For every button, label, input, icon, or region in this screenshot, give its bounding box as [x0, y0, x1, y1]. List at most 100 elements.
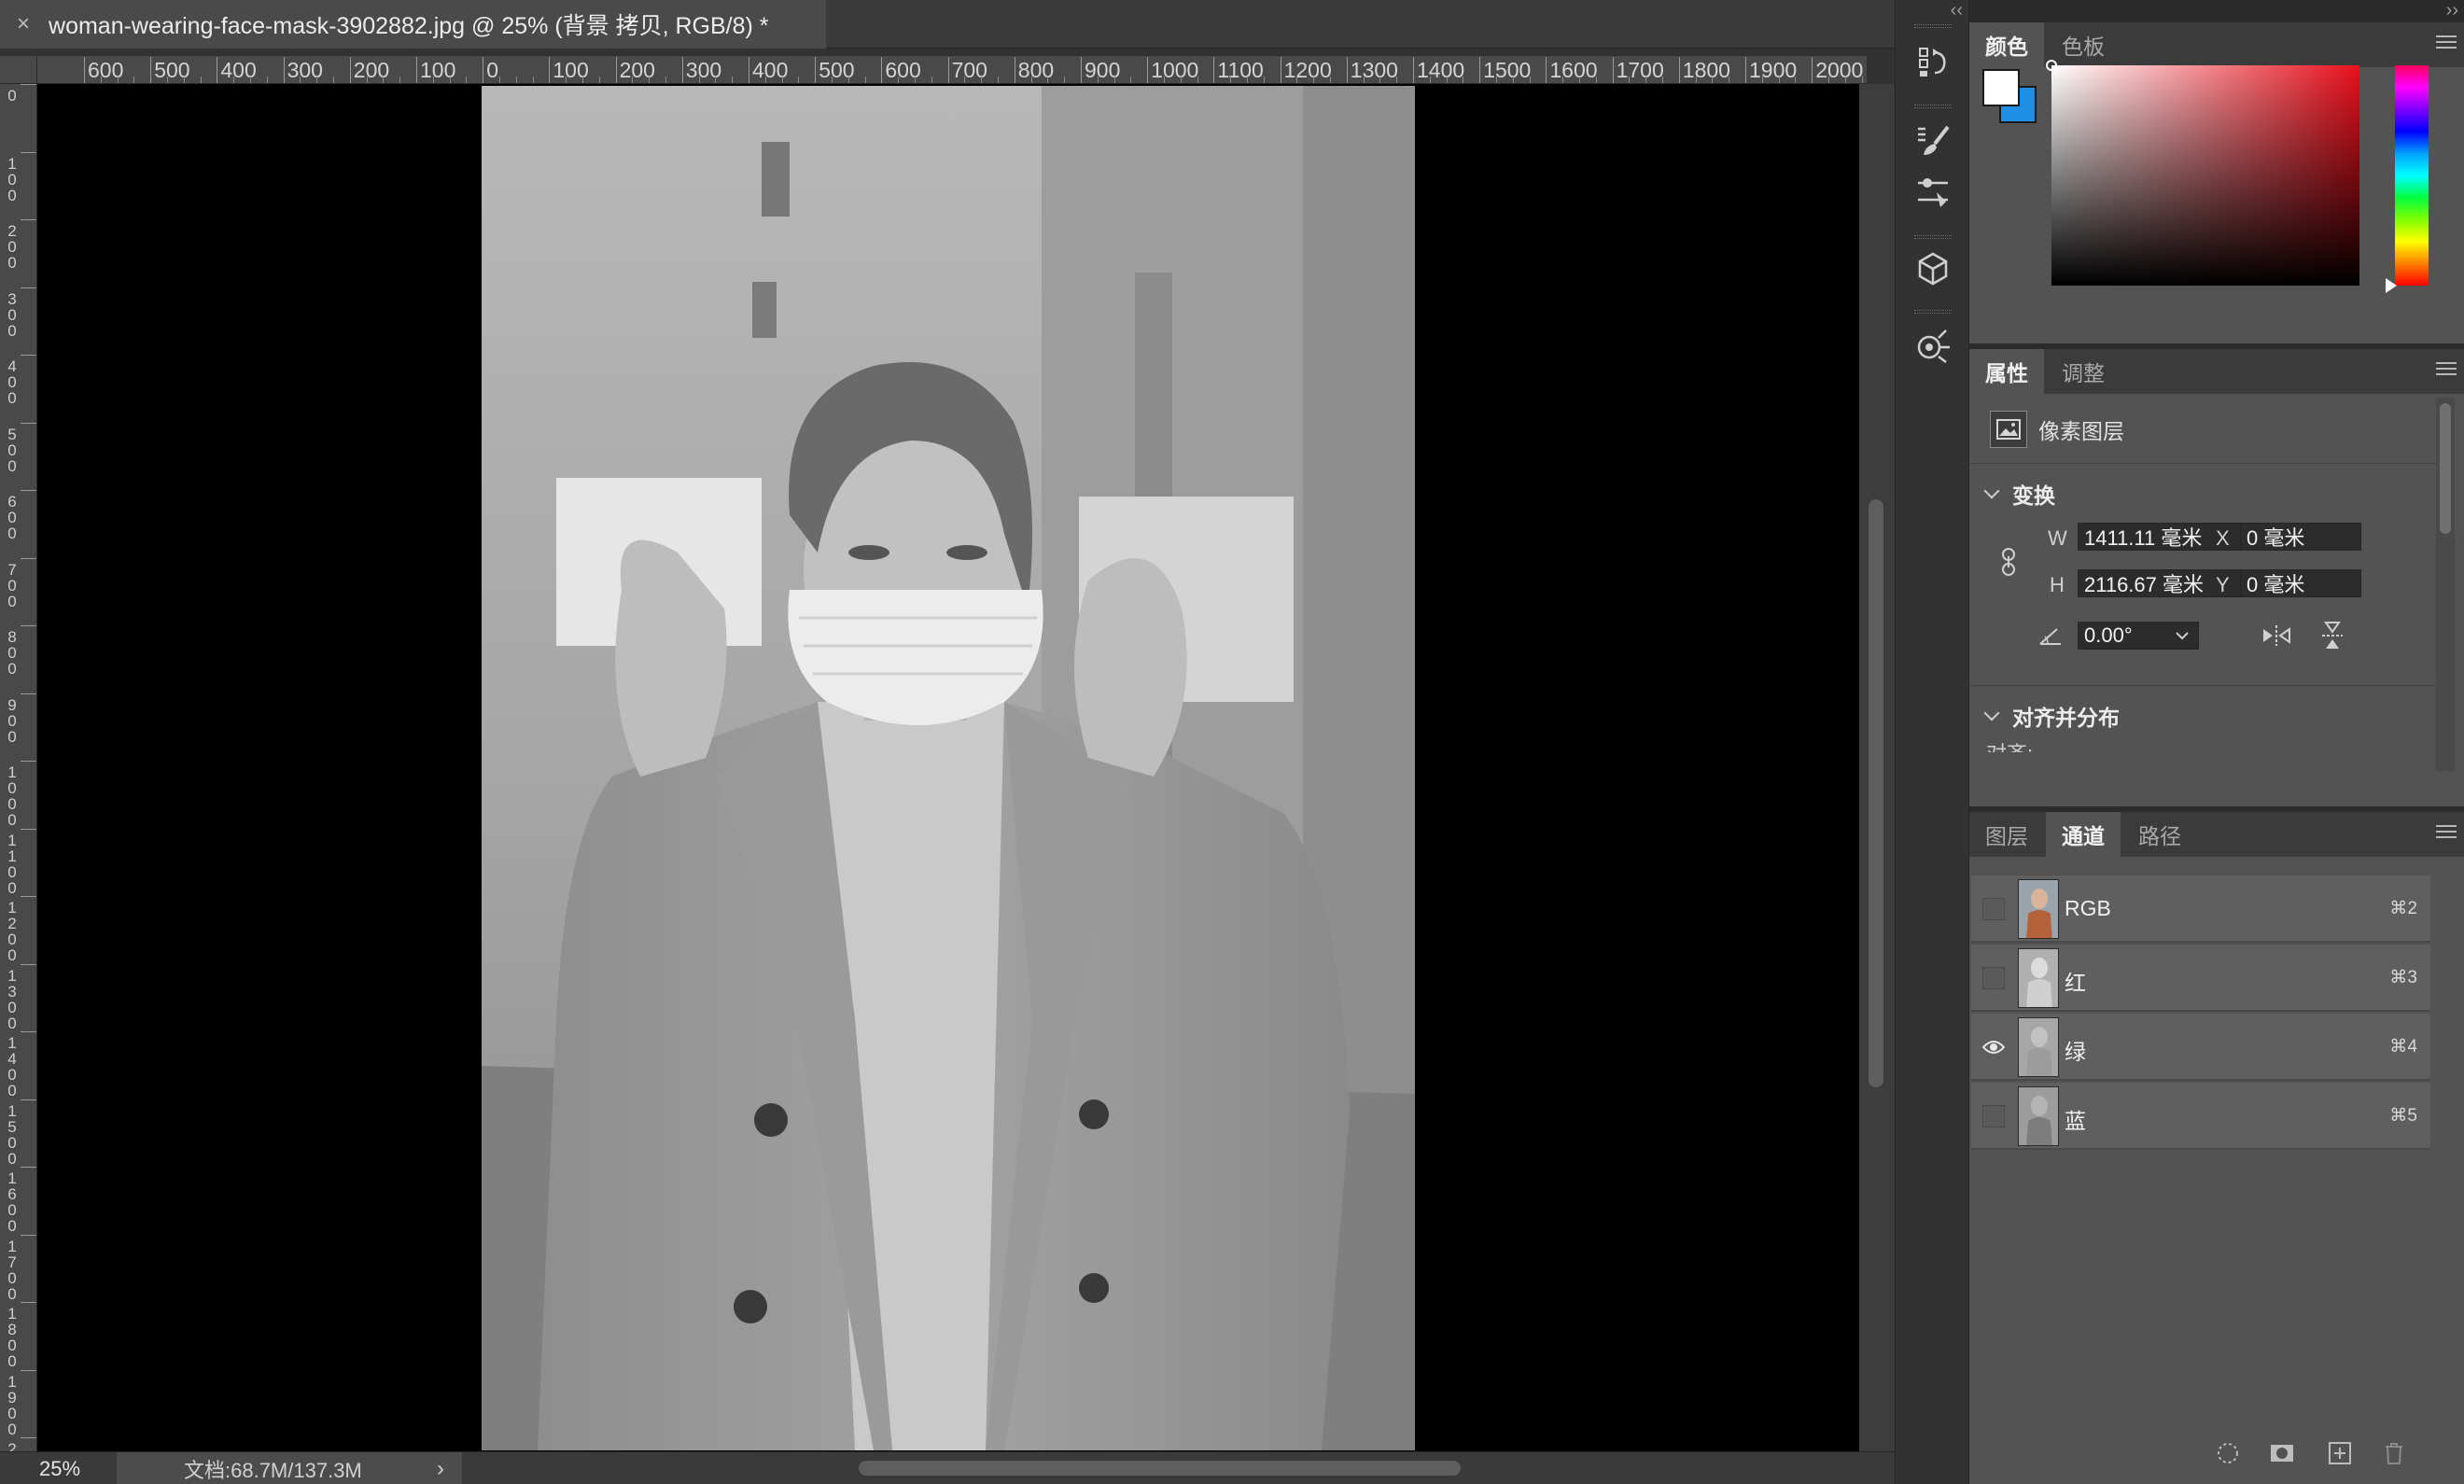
ruler-minor-tick	[1844, 77, 1846, 83]
ruler-label: 600	[7, 493, 17, 542]
brush-settings-icon[interactable]	[1914, 121, 1952, 159]
save-selection-channel-icon[interactable]	[2268, 1439, 2296, 1467]
vertical-scroll-thumb[interactable]	[1869, 499, 1883, 1087]
properties-dial-icon[interactable]	[1914, 327, 1952, 364]
eye-icon[interactable]	[1982, 1036, 2005, 1058]
document-size-info: 文档:68.7M/137.3M	[117, 1452, 462, 1484]
align-sub-label: 对齐:	[1986, 737, 2033, 752]
align-section-header[interactable]: 对齐并分布	[1983, 700, 2120, 732]
ruler-label: 1600	[1549, 58, 1598, 82]
color-picker-field[interactable]	[2046, 60, 2359, 286]
canvas-area[interactable]	[37, 84, 1859, 1451]
load-channel-selection-icon[interactable]	[2214, 1439, 2242, 1467]
ruler-minor-tick	[316, 77, 318, 83]
channel-row-green[interactable]: 绿 ⌘4	[1971, 1014, 2430, 1081]
ruler-minor-tick	[898, 77, 900, 83]
3d-cube-icon[interactable]	[1914, 250, 1952, 287]
panel-menu-icon[interactable]	[2436, 362, 2457, 379]
ruler-minor-tick	[864, 77, 866, 83]
status-menu-arrow-icon[interactable]: ›	[437, 1456, 444, 1482]
dock-grip[interactable]	[1914, 235, 1952, 239]
ruler-label: 1700	[1616, 58, 1664, 82]
channel-visibility-toggle[interactable]	[1982, 967, 2005, 989]
close-tab-icon[interactable]: ×	[17, 11, 30, 37]
ruler-label: 1900	[7, 1372, 17, 1438]
flip-vertical-icon[interactable]	[2320, 620, 2345, 656]
channel-shortcut: ⌘3	[2389, 968, 2417, 987]
channel-thumbnail	[2018, 879, 2059, 939]
panel-menu-icon[interactable]	[2436, 35, 2457, 52]
angle-dropdown-icon[interactable]	[2167, 622, 2197, 650]
link-proportions-icon[interactable]	[1999, 547, 2018, 581]
ruler-label: 1200	[1283, 58, 1332, 82]
hue-slider[interactable]	[2386, 65, 2429, 293]
tab-paths[interactable]: 路径	[2122, 812, 2197, 857]
ruler-minor-tick	[117, 77, 119, 83]
chevron-down-icon	[1983, 705, 2000, 721]
collapse-dock-icon[interactable]: ‹‹	[1951, 0, 1963, 21]
panel-icon-dock: ‹‹	[1895, 0, 1969, 1484]
ruler-label: 1400	[1417, 58, 1465, 82]
align-title: 对齐并分布	[2012, 706, 2120, 730]
ruler-minor-tick	[1247, 77, 1248, 83]
tab-layers[interactable]: 图层	[1969, 812, 2044, 857]
ruler-label: 800	[7, 628, 17, 678]
tab-swatches[interactable]: 色板	[2046, 22, 2121, 67]
zoom-level-field[interactable]: 25%	[0, 1452, 117, 1484]
ruler-minor-tick	[333, 77, 334, 83]
horizontal-ruler[interactable]: 600 500 400 300 200 100 0 100 200 300 400 500 600 700…	[37, 56, 1867, 84]
foreground-color-swatch[interactable]	[1982, 69, 2020, 106]
dock-grip[interactable]	[1914, 105, 1952, 108]
tab-color[interactable]: 颜色	[1969, 22, 2044, 67]
dock-grip[interactable]	[1914, 24, 1952, 28]
x-field[interactable]: 0 毫米	[2240, 523, 2361, 551]
channel-visibility-toggle[interactable]	[1982, 898, 2005, 920]
horizontal-scroll-thumb[interactable]	[859, 1461, 1461, 1476]
document-tab[interactable]: × woman-wearing-face-mask-3902882.jpg @ …	[0, 0, 826, 49]
ruler-label: 1400	[7, 1034, 17, 1099]
clone-source-icon[interactable]	[1914, 174, 1952, 211]
ruler-label: 1100	[7, 831, 17, 897]
ruler-minor-tick	[1778, 77, 1780, 83]
channel-row-blue[interactable]: 蓝 ⌘5	[1971, 1083, 2430, 1150]
dock-grip[interactable]	[1914, 310, 1952, 314]
ruler-minor-tick	[1180, 77, 1182, 83]
ruler-origin[interactable]	[0, 56, 37, 84]
ruler-tick	[21, 1302, 36, 1303]
tab-adjustments[interactable]: 调整	[2046, 349, 2121, 394]
history-icon[interactable]	[1914, 43, 1952, 80]
transform-section-header[interactable]: 变换	[1983, 478, 2055, 510]
properties-panel: 属性 调整 像素图层 变换 W 1411.11 毫米 X 0 毫米 H 2116…	[1969, 349, 2464, 806]
channel-visibility-toggle[interactable]	[1982, 1105, 2005, 1127]
chevron-down-icon	[1983, 483, 2000, 499]
width-label: W	[2048, 526, 2067, 550]
tab-channels[interactable]: 通道	[2046, 812, 2121, 857]
panel-menu-icon[interactable]	[2436, 825, 2457, 842]
ruler-minor-tick	[1230, 77, 1232, 83]
ruler-minor-tick	[1645, 77, 1647, 83]
ruler-minor-tick	[1296, 77, 1298, 83]
channel-name: 红	[2065, 971, 2086, 995]
ruler-label: 1000	[1151, 58, 1199, 82]
vertical-scrollbar[interactable]	[1859, 84, 1895, 1451]
channel-row-red[interactable]: 红 ⌘3	[1971, 945, 2430, 1012]
delete-channel-icon[interactable]	[2380, 1439, 2408, 1467]
tab-properties[interactable]: 属性	[1969, 349, 2044, 394]
properties-scroll-thumb[interactable]	[2440, 403, 2451, 534]
properties-scrollbar[interactable]	[2436, 398, 2455, 771]
collapse-panels-icon[interactable]: ››	[2446, 0, 2458, 21]
y-field[interactable]: 0 毫米	[2240, 569, 2361, 597]
ruler-minor-tick	[1629, 77, 1631, 83]
channel-row-rgb[interactable]: RGB ⌘2	[1971, 875, 2430, 943]
ruler-minor-tick	[832, 77, 833, 83]
ruler-label: 500	[7, 425, 17, 475]
color-picker-marker[interactable]	[2046, 60, 2057, 71]
hue-slider-pointer[interactable]	[2386, 278, 2397, 293]
flip-horizontal-icon[interactable]	[2261, 623, 2292, 652]
properties-panel-tabs: 属性 调整	[1969, 349, 2464, 394]
ruler-tick	[21, 625, 36, 626]
new-channel-icon[interactable]	[2326, 1439, 2354, 1467]
channel-name: RGB	[2065, 896, 2111, 920]
layer-type-label: 像素图层	[2038, 419, 2124, 443]
vertical-ruler[interactable]: 0 100 200 300 400 500 600 700 800 900 1000 1100 1200…	[0, 84, 37, 1451]
